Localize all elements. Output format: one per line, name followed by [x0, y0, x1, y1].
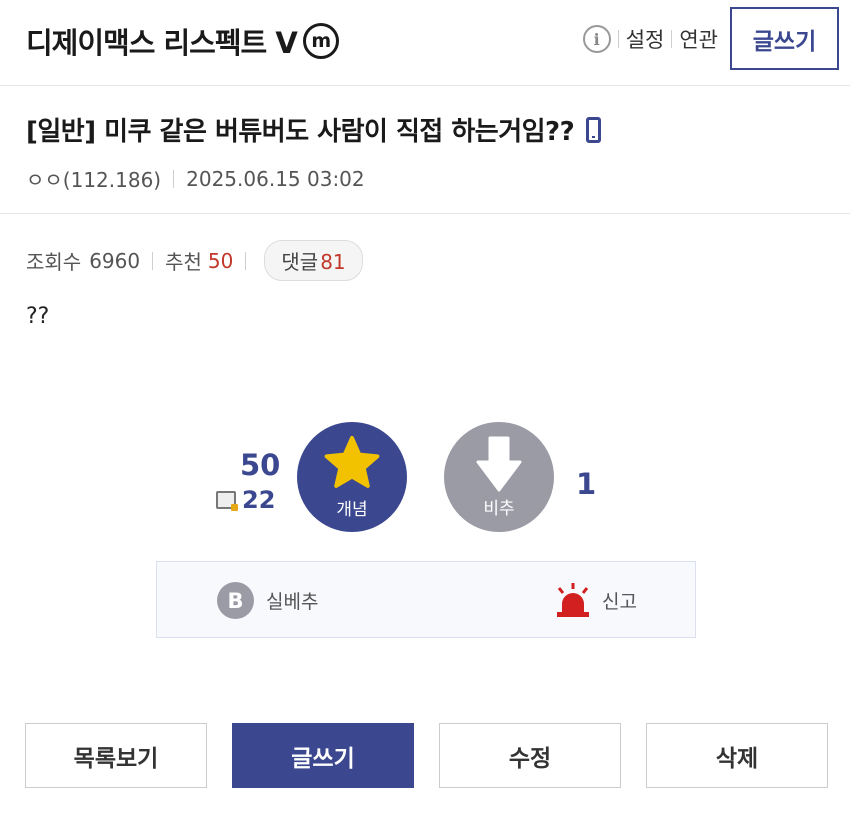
report-label: 신고 [602, 590, 637, 613]
recommend-count: 50 [207, 248, 234, 273]
write-button-top[interactable]: 글쓰기 [730, 7, 839, 70]
header-links: i 설정 연관 [582, 24, 718, 54]
divider [617, 30, 619, 48]
siren-icon [557, 583, 589, 617]
fixed-upvote-value: 22 [242, 486, 276, 514]
info-icon[interactable]: i [582, 25, 611, 53]
best-recommend-label: 실베추 [266, 591, 319, 613]
best-b-icon: B [217, 582, 254, 619]
recommend-label: 추천 [165, 250, 202, 274]
fixed-upvote-count: 22 [216, 486, 275, 514]
mobile-icon [586, 116, 602, 143]
downvote-label: 비추 [483, 498, 515, 519]
upvote-count: 50 [240, 448, 281, 482]
write-button-bottom[interactable]: 글쓰기 [232, 723, 414, 788]
settings-link[interactable]: 설정 [626, 24, 665, 54]
comments-label: 댓글 [281, 250, 319, 274]
gallery-header: 디제이맥스 리스펙트 V m i 설정 연관 글쓰기 [0, 0, 850, 86]
arrow-down-icon [476, 436, 522, 491]
star-icon [324, 435, 380, 488]
post-meta: ㅇㅇ(112.186) 2025.06.15 03:02 [26, 164, 365, 193]
gallery-name[interactable]: 디제이맥스 리스펙트 V [26, 20, 298, 62]
divider [671, 30, 673, 48]
divider [173, 169, 175, 188]
author-name[interactable]: ㅇㅇ(112.186) [26, 164, 161, 193]
related-link[interactable]: 연관 [679, 24, 718, 54]
divider [245, 251, 247, 270]
post-title-text: [일반] 미쿠 같은 버튜버도 사람이 직접 하는거임?? [26, 117, 575, 147]
comments-count: 81 [320, 250, 346, 274]
edit-button[interactable]: 수정 [439, 723, 621, 788]
views-count: 6960 [89, 248, 141, 273]
upvote-label: 개념 [336, 499, 368, 520]
fixed-member-icon [216, 491, 238, 511]
minor-gallery-icon: m [302, 23, 339, 59]
list-button[interactable]: 목록보기 [25, 723, 207, 788]
views-label: 조회수 [26, 250, 82, 274]
post-stats: 조회수 6960 추천 50 댓글 81 [26, 240, 363, 281]
post-body: ?? [26, 304, 50, 329]
post-datetime: 2025.06.15 03:02 [186, 166, 365, 191]
post-title: [일반] 미쿠 같은 버튜버도 사람이 직접 하는거임?? [26, 111, 602, 148]
upvote-button[interactable]: 개념 [297, 422, 407, 532]
comment-count-button[interactable]: 댓글 81 [264, 240, 363, 281]
downvote-count: 1 [576, 467, 597, 501]
post-header: [일반] 미쿠 같은 버튜버도 사람이 직접 하는거임?? ㅇㅇ(112.186… [0, 86, 850, 214]
downvote-button[interactable]: 비추 [444, 422, 554, 532]
report-button[interactable]: 신고 [554, 582, 637, 618]
divider [152, 251, 154, 270]
delete-button[interactable]: 삭제 [646, 723, 828, 788]
gallery-title[interactable]: 디제이맥스 리스펙트 V m [26, 20, 339, 62]
post-action-box: B 실베추 신고 [156, 561, 696, 638]
vote-area: 50 22 개념 비추 1 [0, 420, 850, 535]
best-recommend-button[interactable]: B 실베추 [217, 582, 318, 619]
